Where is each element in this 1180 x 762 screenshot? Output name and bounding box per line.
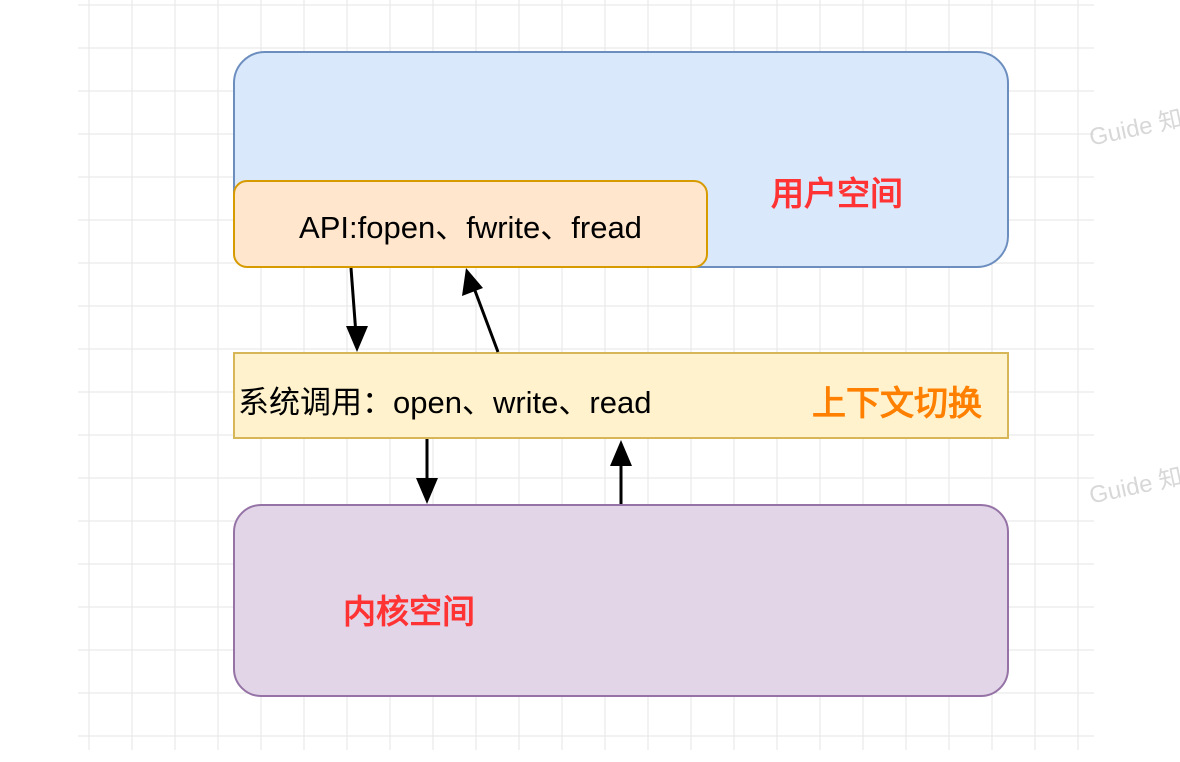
context-switch-label: 上下文切换	[812, 385, 982, 423]
user-space-label: 用户空间	[771, 175, 903, 212]
system-call-label: 系统调用：open、write、read	[238, 385, 652, 420]
kernel-space-label: 内核空间	[343, 593, 475, 630]
api-box: API:fopen、fwrite、fread	[233, 180, 708, 268]
api-label: API:fopen、fwrite、fread	[299, 209, 642, 245]
